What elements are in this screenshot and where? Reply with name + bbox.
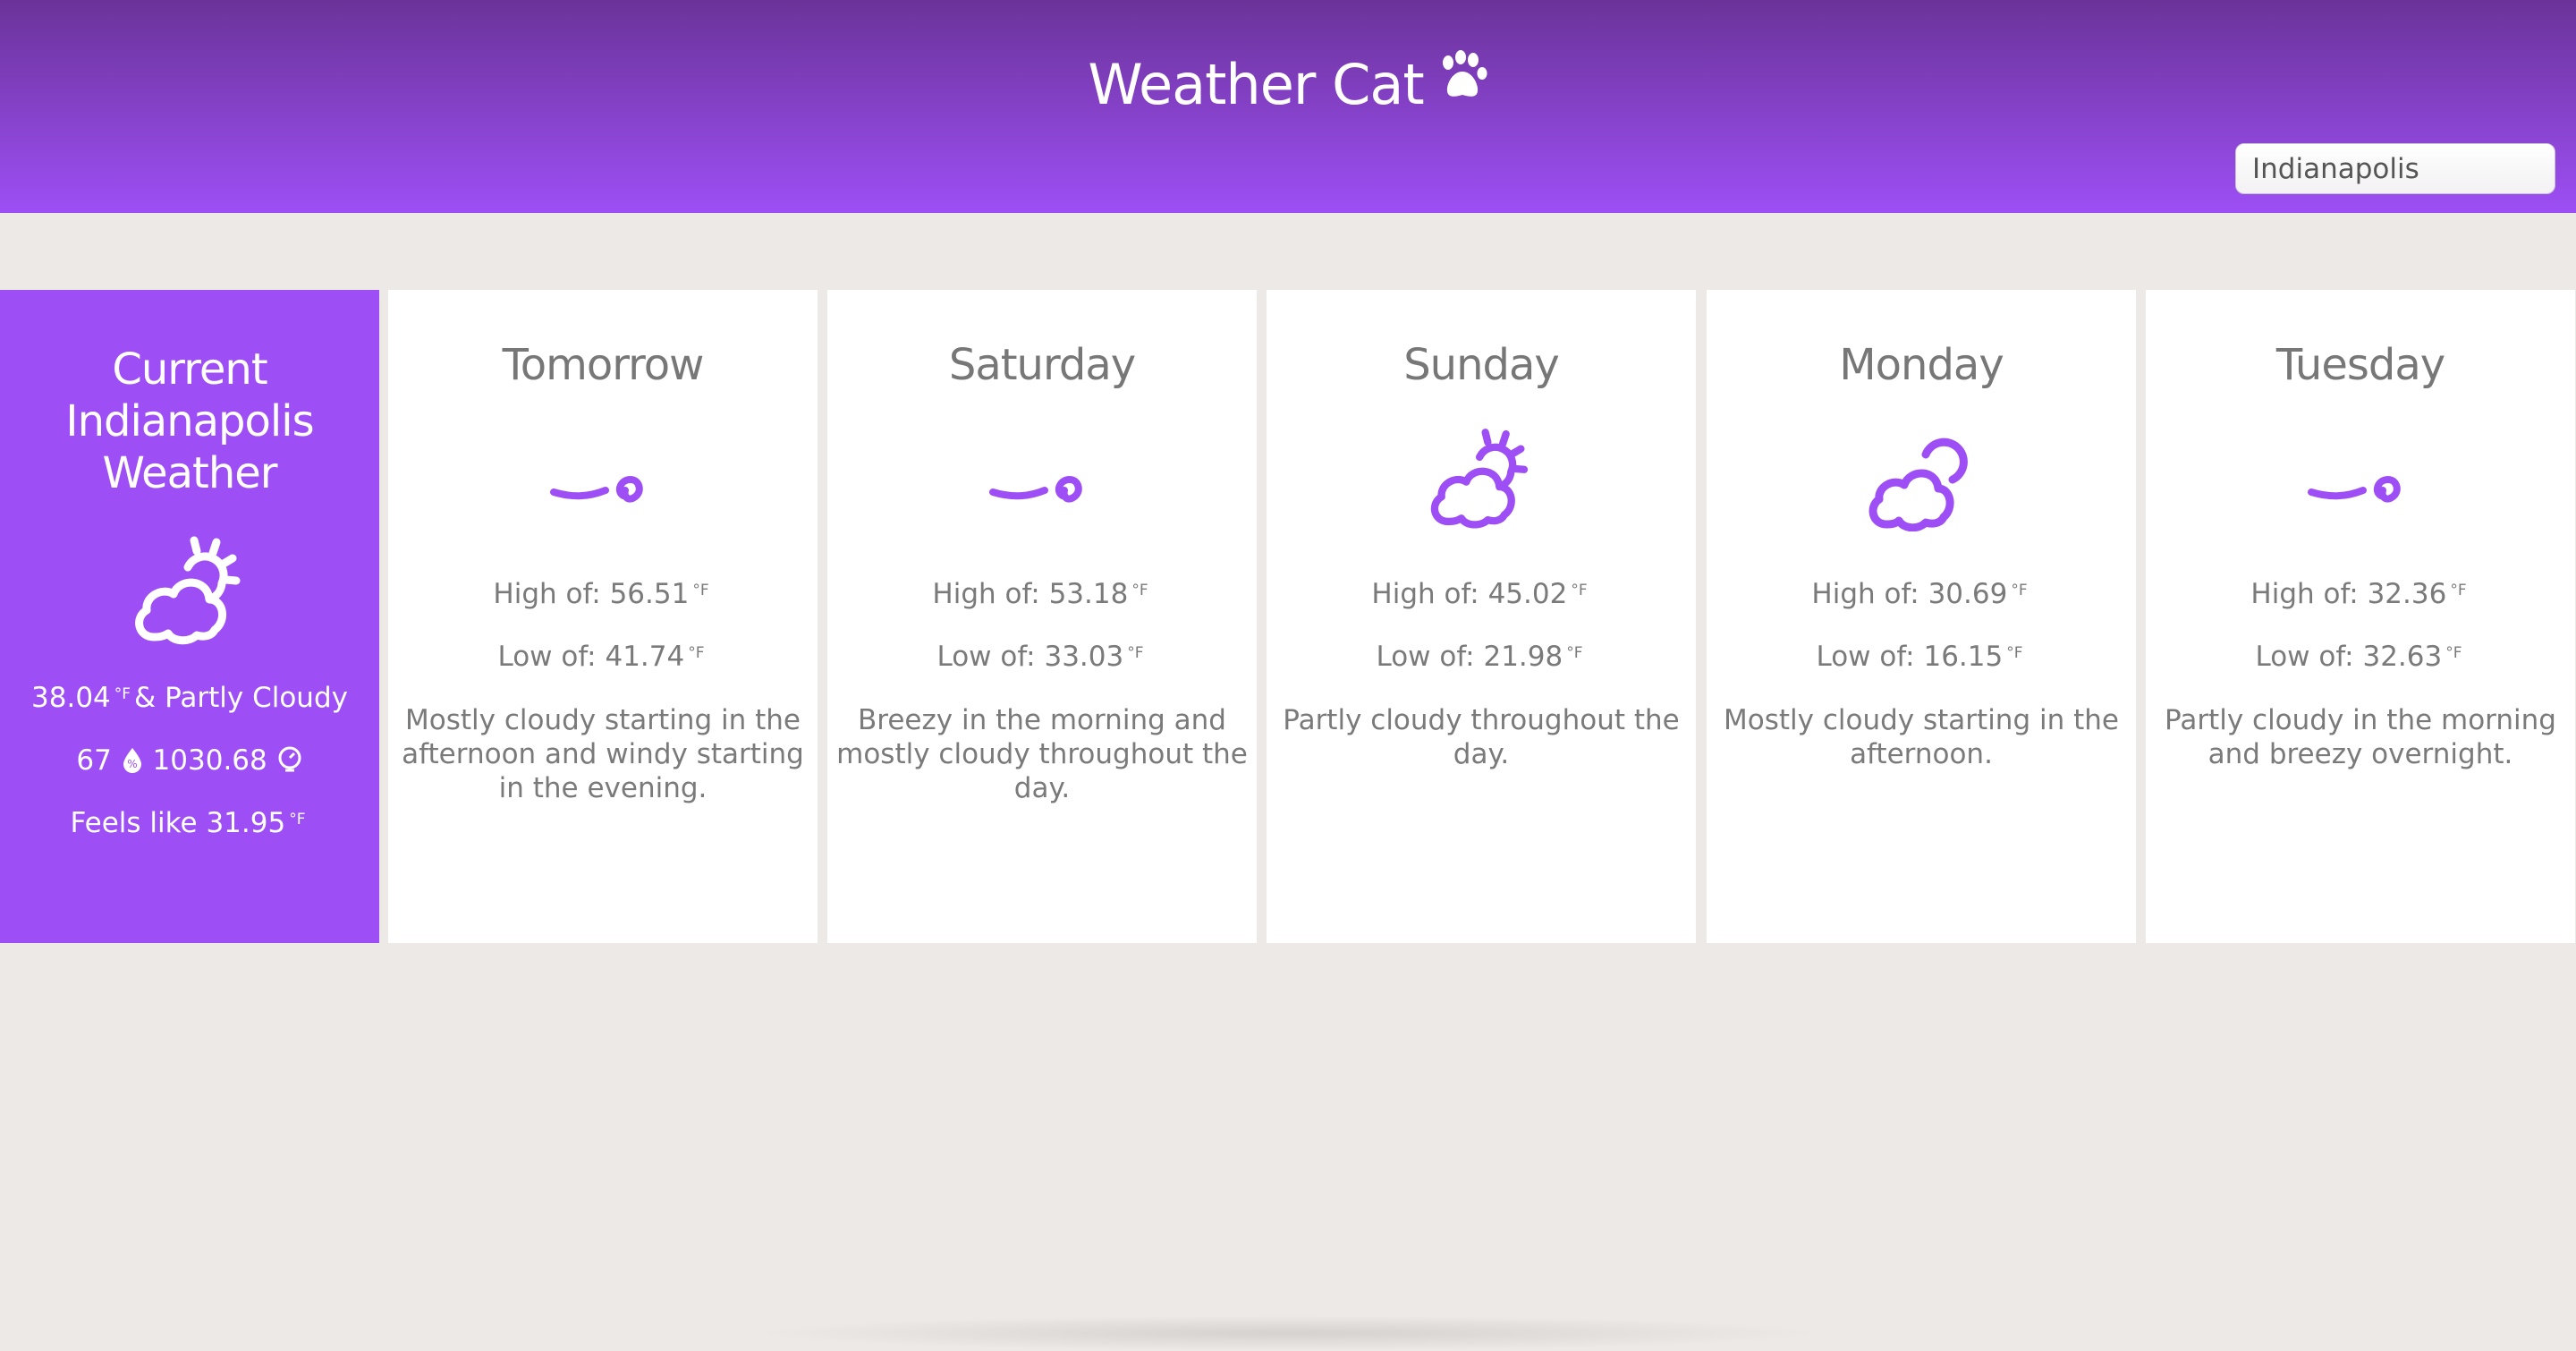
temp-unit: °F	[2011, 582, 2028, 599]
pressure-icon	[278, 746, 301, 772]
forecast-day: Saturday	[948, 340, 1136, 390]
current-temp-value: 38.04	[31, 682, 111, 714]
temp-unit: °F	[1127, 644, 1144, 662]
forecast-summary: Mostly cloudy starting in the afternoon.	[1724, 704, 2119, 770]
low-value: 16.15	[1923, 641, 2004, 673]
svg-text:%: %	[127, 758, 137, 770]
forecast-summary: Breezy in the morning and mostly cloudy …	[836, 704, 1248, 804]
temp-unit: °F	[1571, 582, 1588, 599]
temp-unit: °F	[289, 811, 306, 828]
forecast-low: Low of: 32.63 °F	[2146, 641, 2575, 673]
forecast-high: High of: 53.18 °F	[827, 578, 1257, 610]
temp-unit: °F	[2006, 644, 2023, 662]
forecast-card: Tomorrow High of: 56.51 °F Low of: 41.74 °…	[388, 290, 818, 943]
partly-cloudy-night-icon	[1707, 424, 2136, 531]
forecast-day: Tomorrow	[502, 340, 705, 390]
forecast-day: Sunday	[1403, 340, 1560, 390]
forecast-card: Saturday High of: 53.18 °F Low of: 33.03 °…	[827, 290, 1257, 943]
temp-unit: °F	[2445, 644, 2462, 662]
current-temp-line: 38.04 °F & Partly Cloudy	[0, 682, 379, 714]
paw-icon	[1436, 50, 1488, 115]
partly-cloudy-day-icon	[1267, 424, 1696, 531]
current-humidity-value: 67	[76, 744, 112, 777]
low-label: Low of:	[2255, 641, 2354, 673]
low-value: 32.63	[2362, 641, 2443, 673]
partly-cloudy-day-icon	[127, 531, 252, 651]
low-label: Low of:	[1816, 641, 1915, 673]
high-value: 32.36	[2367, 578, 2447, 610]
temp-unit: °F	[1131, 582, 1148, 599]
forecast-high: High of: 56.51 °F	[388, 578, 818, 610]
bottom-shadow	[751, 1315, 1825, 1351]
current-feels-like: Feels like 31.95 °F	[0, 807, 379, 839]
high-value: 56.51	[609, 578, 690, 610]
low-label: Low of:	[1376, 641, 1475, 673]
low-value: 41.74	[605, 641, 685, 673]
forecast-high: High of: 45.02 °F	[1267, 578, 1696, 610]
high-label: High of:	[1811, 578, 1919, 610]
feels-like-value: 31.95	[206, 807, 286, 839]
high-value: 30.69	[1928, 578, 2008, 610]
app-title-text: Weather Cat	[1088, 52, 1424, 117]
forecast-high: High of: 32.36 °F	[2146, 578, 2575, 610]
high-label: High of:	[493, 578, 601, 610]
temp-unit: °F	[1566, 644, 1583, 662]
humidity-icon: %	[123, 748, 141, 773]
wind-icon	[388, 424, 818, 531]
app-header: Weather Cat	[0, 0, 2576, 213]
forecast-day: Tuesday	[2275, 340, 2445, 390]
forecast-summary: Partly cloudy throughout the day.	[1283, 704, 1680, 770]
forecast-summary: Mostly cloudy starting in the afternoon …	[402, 704, 804, 804]
forecast-day: Monday	[1839, 340, 2004, 390]
forecast-high: High of: 30.69 °F	[1707, 578, 2136, 610]
wind-icon	[827, 424, 1257, 531]
current-weather-title: Current Indianapolis Weather	[65, 344, 314, 498]
high-value: 53.18	[1048, 578, 1129, 610]
city-search-input[interactable]	[2235, 143, 2555, 194]
high-label: High of:	[1371, 578, 1479, 610]
forecast-low: Low of: 16.15 °F	[1707, 641, 2136, 673]
high-value: 45.02	[1487, 578, 1568, 610]
temp-unit: °F	[2450, 582, 2467, 599]
feels-like-label: Feels like	[70, 807, 198, 839]
low-label: Low of:	[936, 641, 1036, 673]
temp-unit: °F	[114, 685, 131, 703]
low-value: 21.98	[1483, 641, 1563, 673]
low-label: Low of:	[497, 641, 597, 673]
forecast-card: Monday High of: 30.69 °F Low of: 16.15 °F …	[1707, 290, 2136, 943]
current-humidity-pressure: 67 % 1030.68	[0, 744, 379, 777]
app-title: Weather Cat	[0, 50, 2576, 117]
forecast-card: Sunday High of: 45.02 °F Low of: 21.98 °F …	[1267, 290, 1696, 943]
wind-icon	[2146, 424, 2575, 531]
current-condition: & Partly Cloudy	[134, 682, 348, 714]
forecast-low: Low of: 41.74 °F	[388, 641, 818, 673]
forecast-low: Low of: 21.98 °F	[1267, 641, 1696, 673]
high-label: High of:	[932, 578, 1040, 610]
current-weather-panel: Current Indianapolis Weather 38.04 °F & Pa…	[0, 290, 379, 943]
temp-unit: °F	[692, 582, 709, 599]
forecast-summary: Partly cloudy in the morning and breezy …	[2165, 704, 2556, 770]
current-pressure-value: 1030.68	[152, 744, 267, 777]
forecast-low: Low of: 33.03 °F	[827, 641, 1257, 673]
forecast-card: Tuesday High of: 32.36 °F Low of: 32.63 °F…	[2146, 290, 2575, 943]
temp-unit: °F	[688, 644, 705, 662]
low-value: 33.03	[1044, 641, 1124, 673]
high-label: High of:	[2250, 578, 2359, 610]
